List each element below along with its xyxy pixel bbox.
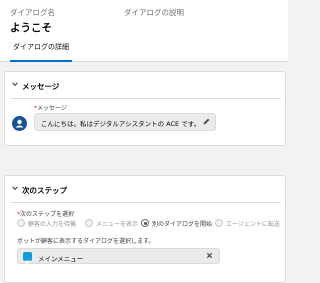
next-step-section-header[interactable]: 次のステップ [5,176,285,202]
radio-label: 別のダイアログを開始 [152,221,213,228]
next-step-section-title: 次のステップ [22,186,67,195]
selected-dialog-pill[interactable]: メインメニュー [17,248,220,264]
radio-button[interactable] [215,219,223,227]
next-step-radio-group: 顧客の入力を待機 メニューを表示 別のダイアログを開始 エージェントに転送 [17,218,283,230]
chevron-down-icon[interactable] [11,80,19,88]
message-section-header[interactable]: メッセージ [5,72,285,98]
message-label-text: メッセージ [37,105,67,112]
message-section-title: メッセージ [22,82,60,91]
close-icon[interactable] [205,251,214,260]
message-section: メッセージ *メッセージ こんにちは。私はデジタルアシスタントの ACE です。 [4,71,286,146]
tab-dialog-details[interactable]: ダイアログの詳細 [10,41,72,62]
next-step-field-label: *次のステップを選択 [17,209,74,218]
select-dialog-label: ボットが顧客に表示するダイアログを選択します。 [17,238,155,245]
radio-label: 顧客の入力を待機 [28,221,77,228]
radio-button[interactable] [17,219,25,227]
dialog-name-value: ようこそ [10,22,52,34]
radio-button[interactable] [85,219,93,227]
pencil-icon[interactable] [202,117,211,126]
dialog-name-label: ダイアログ名 [10,8,55,17]
dialog-icon [23,252,32,264]
divider [11,98,281,99]
bot-avatar-icon [12,116,27,131]
selected-dialog-name: メインメニュー [38,255,84,263]
divider [11,202,281,203]
chevron-down-icon[interactable] [11,184,19,192]
dialog-header: ダイアログ名 ようこそ ダイアログの説明 ダイアログの詳細 [0,0,288,62]
message-field-label: *メッセージ [34,103,67,112]
radio-label: メニューを表示 [96,221,139,228]
radio-label: エージェントに転送 [226,221,280,228]
next-step-section: 次のステップ *次のステップを選択 顧客の入力を待機 メニューを表示 別のダイア… [4,175,286,283]
message-field[interactable]: こんにちは。私はデジタルアシスタントの ACE です。 [34,113,216,131]
message-text: こんにちは。私はデジタルアシスタントの ACE です。 [41,120,201,128]
next-step-label-text: 次のステップを選択 [20,211,75,218]
radio-button-selected[interactable] [141,219,149,227]
dialog-description-label: ダイアログの説明 [124,8,184,17]
